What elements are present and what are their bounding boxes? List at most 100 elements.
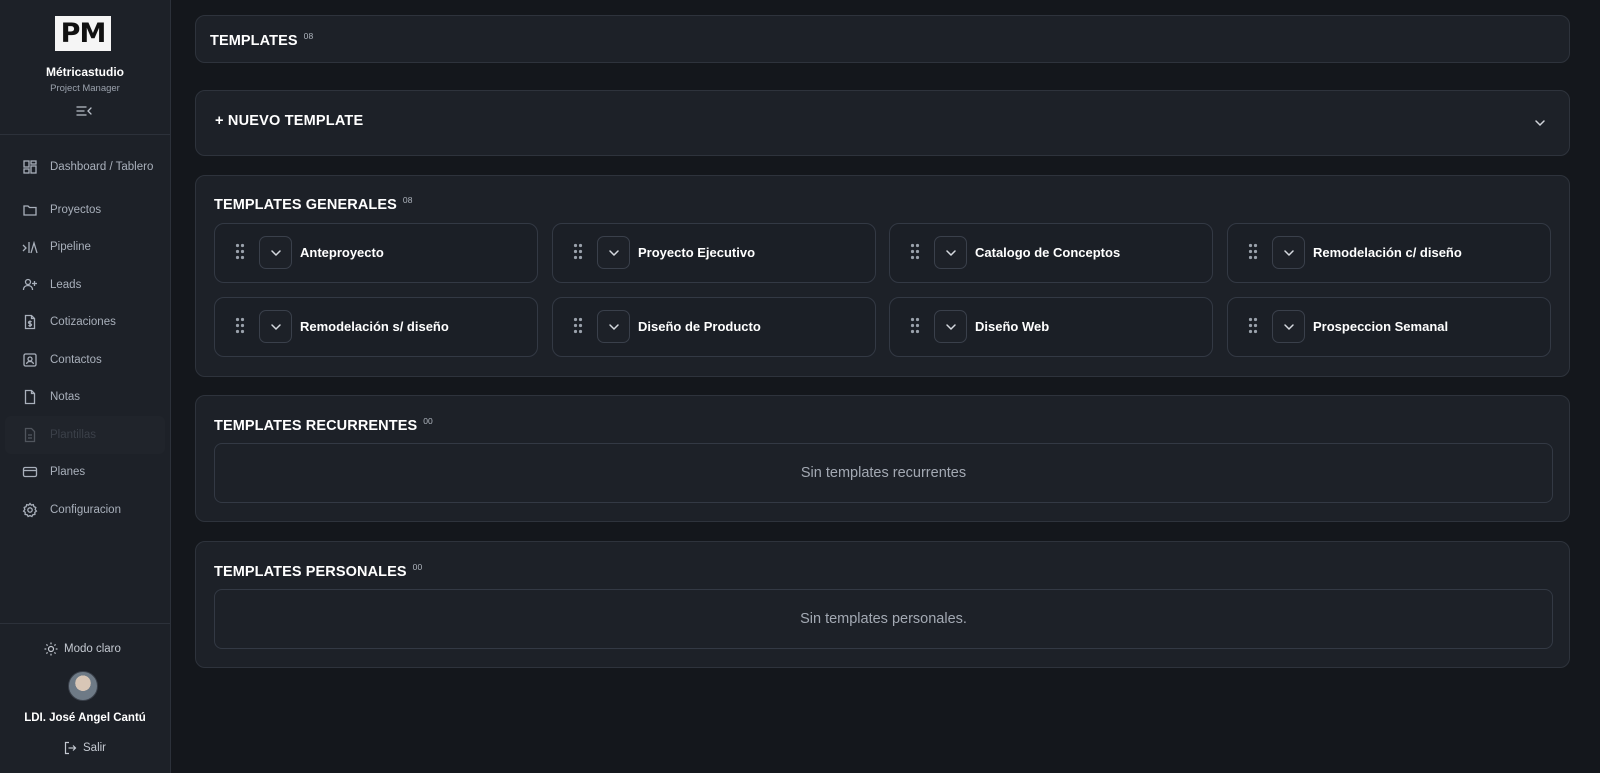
template-card[interactable]: Remodelación s/ diseño [214, 297, 538, 357]
expand-template-button[interactable] [1272, 310, 1305, 343]
chevron-down-icon [945, 249, 956, 256]
sidebar-footer: Modo claro LDI. José Angel Cantú Salir [0, 623, 170, 773]
avatar[interactable] [68, 671, 98, 701]
template-card[interactable]: Diseño Web [889, 297, 1213, 357]
section-title-text: TEMPLATES RECURRENTES [214, 418, 418, 434]
new-template-label: + NUEVO TEMPLATE [215, 113, 364, 129]
chevron-down-icon [270, 249, 281, 256]
sidebar-item-contactos[interactable]: Contactos [5, 341, 165, 379]
sun-icon [44, 642, 58, 656]
drag-handle-icon[interactable] [573, 243, 583, 260]
template-name[interactable]: Diseño Web [975, 319, 1049, 334]
templates-generales-section: TEMPLATES GENERALES 08 Anteproyecto Proyec… [195, 175, 1570, 377]
expand-template-button[interactable] [597, 236, 630, 269]
sidebar-item-proyectos[interactable]: Proyectos [5, 191, 165, 229]
section-title-text: TEMPLATES PERSONALES [214, 564, 407, 580]
sidebar-item-label: Notas [50, 391, 81, 404]
expand-template-button[interactable] [934, 310, 967, 343]
sidebar-item-cotizaciones[interactable]: Cotizaciones [5, 304, 165, 342]
file-icon [24, 390, 36, 405]
gear-icon [22, 502, 38, 518]
drag-handle-icon[interactable] [235, 317, 245, 334]
empty-state: Sin templates recurrentes [214, 443, 1553, 503]
drag-handle-icon[interactable] [910, 317, 920, 334]
theme-toggle-button[interactable]: Modo claro [44, 642, 121, 656]
new-template-button[interactable]: + NUEVO TEMPLATE [195, 90, 1570, 156]
logout-label: Salir [83, 742, 107, 754]
template-name[interactable]: Prospeccion Semanal [1313, 319, 1448, 334]
drag-handle-icon[interactable] [910, 243, 920, 260]
logo: PM [55, 16, 111, 51]
drag-handle-icon[interactable] [573, 317, 583, 334]
section-count: 08 [402, 195, 413, 205]
section-title: TEMPLATES GENERALES 08 [214, 195, 413, 213]
brand-subtitle: Project Manager [50, 83, 120, 94]
template-card[interactable]: Catalogo de Conceptos [889, 223, 1213, 283]
logout-icon [64, 741, 77, 755]
expand-template-button[interactable] [259, 310, 292, 343]
templates-count: 08 [303, 31, 314, 41]
section-title-text: TEMPLATES GENERALES [214, 197, 397, 213]
template-card[interactable]: Anteproyecto [214, 223, 538, 283]
template-card[interactable]: Remodelación c/ diseño [1227, 223, 1551, 283]
user-name: LDI. José Angel Cantú [24, 712, 146, 724]
expand-template-button[interactable] [934, 236, 967, 269]
chevron-down-icon [945, 323, 956, 330]
sidebar-item-label: Plantillas [50, 428, 97, 441]
folder-icon [23, 205, 37, 216]
page-title-text: TEMPLATES [210, 33, 298, 49]
drag-handle-icon[interactable] [1248, 243, 1258, 260]
sidebar-item-label: Proyectos [50, 203, 102, 216]
sidebar-item-plantillas[interactable]: Plantillas [5, 416, 165, 454]
template-file-icon [24, 427, 36, 442]
section-count: 00 [412, 562, 423, 572]
template-name[interactable]: Proyecto Ejecutivo [638, 245, 755, 260]
chevron-down-icon [1283, 323, 1294, 330]
sidebar-item-label: Contactos [50, 353, 102, 366]
sidebar-item-label: Leads [50, 278, 82, 291]
sidebar-item-leads[interactable]: Leads [5, 266, 165, 304]
sidebar-item-configuracion[interactable]: Configuracion [5, 491, 165, 529]
section-count: 00 [423, 416, 433, 426]
section-title: TEMPLATES PERSONALES 00 [214, 562, 422, 580]
sidebar-item-label: Dashboard / Tablero [50, 160, 154, 173]
sidebar-nav: Dashboard / Tablero Proyectos Pipeline L… [0, 143, 170, 529]
template-name[interactable]: Diseño de Producto [638, 319, 761, 334]
sidebar-item-label: Cotizaciones [50, 316, 116, 329]
chevron-down-icon [1283, 249, 1294, 256]
template-name[interactable]: Anteproyecto [300, 245, 384, 260]
chevron-down-icon [608, 323, 619, 330]
sidebar-item-planes[interactable]: Planes [5, 454, 165, 492]
sidebar-item-label: Planes [50, 466, 86, 479]
chevron-down-icon [608, 249, 619, 256]
expand-template-button[interactable] [1272, 236, 1305, 269]
sidebar: PM Métricastudio Project Manager Dashboa… [0, 0, 171, 773]
expand-template-button[interactable] [597, 310, 630, 343]
template-card[interactable]: Diseño de Producto [552, 297, 876, 357]
credit-card-icon [22, 467, 38, 478]
sidebar-item-pipeline[interactable]: Pipeline [5, 229, 165, 267]
logout-button[interactable]: Salir [63, 741, 106, 755]
drag-handle-icon[interactable] [235, 243, 245, 260]
template-card[interactable]: Prospeccion Semanal [1227, 297, 1551, 357]
section-title: TEMPLATES RECURRENTES 00 [214, 416, 433, 434]
sidebar-item-dashboard[interactable]: Dashboard / Tablero [5, 143, 165, 191]
user-plus-icon [22, 278, 37, 290]
dashboard-icon [23, 160, 37, 174]
chevron-down-icon[interactable] [1533, 116, 1547, 130]
template-card[interactable]: Proyecto Ejecutivo [552, 223, 876, 283]
brand-name: Métricastudio [45, 65, 124, 79]
template-name[interactable]: Catalogo de Conceptos [975, 245, 1120, 260]
collapse-sidebar-icon[interactable] [75, 104, 93, 118]
expand-template-button[interactable] [259, 236, 292, 269]
sidebar-item-notas[interactable]: Notas [5, 379, 165, 417]
template-name[interactable]: Remodelación c/ diseño [1313, 245, 1462, 260]
sidebar-item-label: Configuracion [50, 503, 121, 516]
template-name[interactable]: Remodelación s/ diseño [300, 319, 449, 334]
pipeline-icon [22, 240, 38, 254]
chevron-down-icon [270, 323, 281, 330]
drag-handle-icon[interactable] [1248, 317, 1258, 334]
theme-toggle-label: Modo claro [64, 643, 121, 655]
page-title: TEMPLATES 08 [210, 31, 313, 49]
invoice-icon [24, 315, 36, 330]
